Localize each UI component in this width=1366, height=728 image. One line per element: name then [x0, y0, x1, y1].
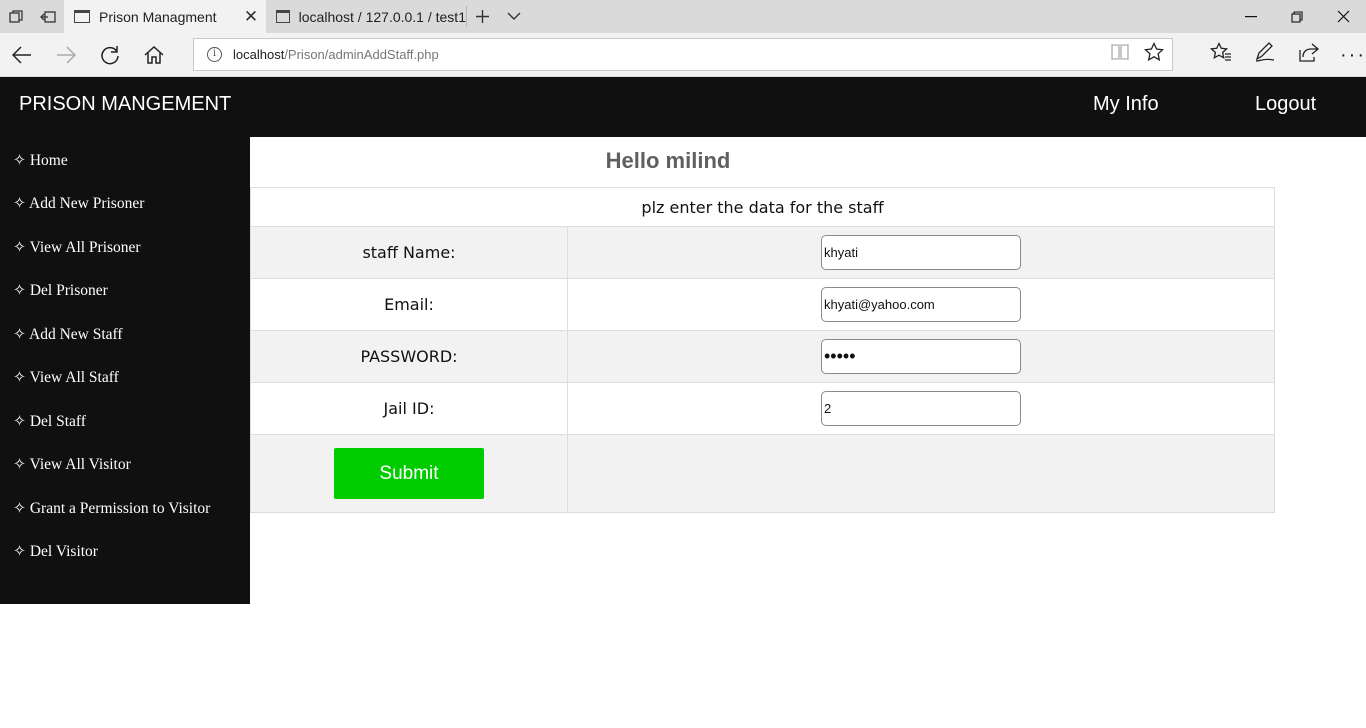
password-label: PASSWORD:: [250, 330, 568, 383]
refresh-icon[interactable]: [88, 33, 132, 77]
sidebar-item-view-all-prisoner[interactable]: ✧ View All Prisoner: [13, 238, 141, 257]
empty-cell: [567, 434, 1275, 513]
logout-link[interactable]: Logout: [1255, 93, 1316, 116]
form-row-submit: Submit: [250, 434, 1275, 513]
sidebar: ✧ Home ✧ Add New Prisoner ✧ View All Pri…: [0, 137, 250, 604]
jail-id-input[interactable]: [821, 391, 1021, 426]
email-input[interactable]: [821, 287, 1021, 322]
staff-name-label: staff Name:: [250, 226, 568, 279]
new-tab-icon[interactable]: [466, 0, 498, 33]
back-arrow-icon[interactable]: [0, 33, 44, 77]
form-row-email: Email:: [250, 278, 1275, 331]
jail-id-label: Jail ID:: [250, 382, 568, 435]
sidebar-item-del-visitor[interactable]: ✧ Del Visitor: [13, 542, 98, 561]
toolbar: ···: [1199, 33, 1366, 77]
form-row-password: PASSWORD:: [250, 330, 1275, 383]
url-text[interactable]: localhost/Prison/adminAddStaff.php: [233, 47, 439, 62]
tab-localhost[interactable]: localhost / 127.0.0.1 / test1: [266, 0, 466, 33]
staff-name-input[interactable]: [821, 235, 1021, 270]
address-bar[interactable]: i localhost/Prison/adminAddStaff.php: [193, 38, 1173, 71]
my-info-link[interactable]: My Info: [1093, 93, 1159, 116]
favorites-hub-icon[interactable]: [1199, 41, 1243, 68]
forward-arrow-icon[interactable]: [44, 33, 88, 77]
share-icon[interactable]: [1287, 42, 1331, 68]
form-row-jail-id: Jail ID:: [250, 382, 1275, 435]
url-host: localhost: [233, 47, 285, 62]
greeting-heading: Hello milind: [605, 148, 731, 173]
email-label: Email:: [250, 278, 568, 331]
page-icon: [74, 10, 90, 23]
form-row-staff-name: staff Name:: [250, 226, 1275, 279]
more-menu-icon[interactable]: ···: [1331, 44, 1366, 67]
sidebar-item-add-new-prisoner[interactable]: ✧ Add New Prisoner: [13, 194, 144, 213]
info-icon[interactable]: i: [207, 47, 222, 62]
site-header: PRISON MANGEMENT My Info Logout: [0, 77, 1366, 137]
add-staff-form: plz enter the data for the staff staff N…: [250, 187, 1275, 513]
close-icon[interactable]: ✕: [236, 7, 266, 27]
sidebar-item-add-new-staff[interactable]: ✧ Add New Staff: [13, 325, 123, 344]
sidebar-item-del-prisoner[interactable]: ✧ Del Prisoner: [13, 281, 108, 300]
minimize-icon[interactable]: [1228, 0, 1274, 33]
tab-title: localhost / 127.0.0.1 / test1: [298, 8, 466, 25]
submit-button[interactable]: Submit: [334, 448, 484, 499]
set-tabs-aside-icon[interactable]: [32, 0, 64, 33]
site-brand[interactable]: PRISON MANGEMENT: [19, 93, 231, 116]
sidebar-item-home[interactable]: ✧ Home: [13, 151, 68, 170]
restore-icon[interactable]: [1274, 0, 1320, 33]
browser-navigation-bar: i localhost/Prison/adminAddStaff.php ···: [0, 33, 1366, 77]
web-note-pen-icon[interactable]: [1243, 42, 1287, 68]
sidebar-item-del-staff[interactable]: ✧ Del Staff: [13, 412, 86, 431]
password-input[interactable]: [821, 339, 1021, 374]
sidebar-item-view-all-visitor[interactable]: ✧ View All Visitor: [13, 455, 131, 474]
tab-title: Prison Managment: [99, 8, 217, 25]
tab-list-chevron-down-icon[interactable]: [498, 0, 530, 33]
tab-prison-managment[interactable]: Prison Managment ✕: [64, 0, 266, 33]
tab-overview-icon[interactable]: [0, 0, 32, 33]
reading-view-icon[interactable]: [1110, 42, 1130, 68]
home-icon[interactable]: [132, 33, 176, 77]
sidebar-item-grant-permission[interactable]: ✧ Grant a Permission to Visitor: [13, 499, 210, 518]
url-path: /Prison/adminAddStaff.php: [284, 47, 439, 62]
window-close-icon[interactable]: [1320, 0, 1366, 33]
favorite-star-icon[interactable]: [1143, 41, 1165, 68]
sidebar-item-view-all-staff[interactable]: ✧ View All Staff: [13, 368, 119, 387]
form-heading: plz enter the data for the staff: [250, 187, 1275, 227]
page-icon: [276, 10, 290, 23]
browser-tab-bar: Prison Managment ✕ localhost / 127.0.0.1…: [0, 0, 1366, 33]
